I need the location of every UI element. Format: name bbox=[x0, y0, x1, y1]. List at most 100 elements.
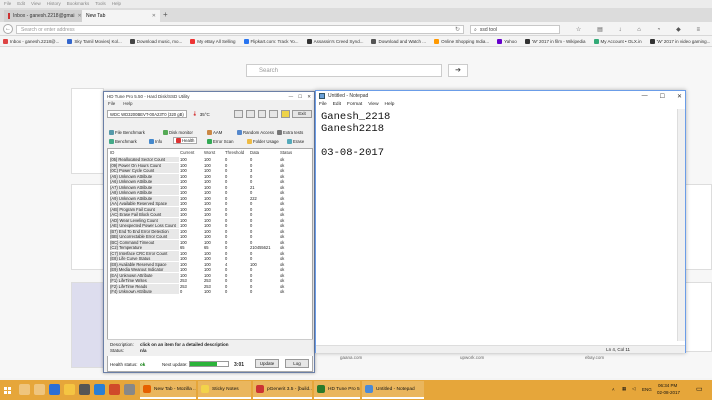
search-submit-button[interactable]: ➔ bbox=[448, 64, 468, 77]
edge-icon[interactable] bbox=[49, 384, 60, 395]
table-row[interactable]: (0C) Power Cycle Count 100 100 0 3 ok bbox=[108, 168, 312, 173]
save-icon[interactable] bbox=[245, 110, 255, 118]
menu-icon[interactable]: ≡ bbox=[697, 27, 701, 33]
new-tab-plus-icon[interactable]: + bbox=[163, 10, 168, 20]
table-row[interactable]: (E8) Life Curve Status 100 100 0 0 ok bbox=[108, 256, 312, 261]
menu-format[interactable]: Format bbox=[347, 102, 362, 108]
store-icon[interactable] bbox=[79, 384, 90, 395]
table-row[interactable]: (A8) Unknown Attribute 100 100 0 0 ok bbox=[108, 190, 312, 195]
minimize-icon[interactable]: — bbox=[289, 94, 294, 99]
table-row[interactable]: (A9) Unknown Attribute 100 100 0 222 ok bbox=[108, 195, 312, 201]
bookmark-item[interactable]: My eBay All Selling bbox=[190, 38, 236, 44]
taskbar-app-button[interactable]: New Tab - Mozilla ... bbox=[140, 381, 196, 399]
tab-benchmark[interactable]: Benchmark bbox=[109, 138, 137, 145]
options-icon[interactable] bbox=[257, 110, 267, 118]
menu-bookmarks[interactable]: Bookmarks bbox=[67, 1, 90, 7]
pocket-icon[interactable]: ◔ bbox=[657, 27, 661, 33]
menu-help[interactable]: Help bbox=[123, 101, 132, 106]
table-row[interactable]: (AE) Unexpected Power Loss Count 100 100 0 0… bbox=[108, 223, 312, 228]
tab-erase[interactable]: Erase bbox=[287, 138, 304, 145]
update-button[interactable]: Update bbox=[255, 359, 279, 368]
library-icon[interactable]: ▤ bbox=[597, 26, 603, 33]
copy-icon[interactable] bbox=[234, 110, 243, 118]
bookmark-item[interactable]: Assassin's Creed Synd... bbox=[306, 38, 363, 44]
table-row[interactable]: (E8) Available Reserved Space 100 100 4 100 o… bbox=[108, 261, 312, 267]
column-header[interactable]: Threshold bbox=[225, 150, 244, 155]
menu-help[interactable]: Help bbox=[385, 102, 395, 108]
clock-time[interactable]: 06:34 PM bbox=[658, 383, 677, 388]
bookmark-item[interactable]: My Account • OLX.in bbox=[593, 38, 642, 44]
tab-info[interactable]: Info bbox=[149, 138, 162, 145]
home-icon[interactable]: ⌂ bbox=[637, 27, 641, 33]
bookmark-item[interactable]: Flipkart.com: Track Yo... bbox=[243, 38, 299, 44]
tab-error-scan[interactable]: Error Scan bbox=[207, 138, 234, 145]
taskbar-app-button[interactable]: pGenerit 3.5 - [build... bbox=[253, 381, 312, 399]
tab-new-tab[interactable]: New Tab ✕ bbox=[82, 10, 160, 22]
bookmark-item[interactable]: Online Shopping India... bbox=[434, 38, 489, 44]
tab-extra-tests[interactable]: Extra tests bbox=[277, 129, 303, 136]
table-row[interactable]: (AC) Erase Fail Block Count 100 100 0 0 ok bbox=[108, 212, 312, 217]
close-icon[interactable]: ✕ bbox=[677, 93, 682, 100]
table-row[interactable]: (B7) End To End Error Detection 100 100 0 0 o… bbox=[108, 228, 312, 234]
table-row[interactable]: (EA) Unknown Attribute 100 100 0 0 ok bbox=[108, 272, 312, 278]
tab-aam[interactable]: AAM bbox=[207, 129, 222, 136]
clock-date[interactable]: 02-08-2017 bbox=[657, 390, 680, 395]
top-site-tile[interactable] bbox=[685, 184, 712, 270]
exit-button[interactable]: Exit bbox=[292, 110, 312, 118]
bookmark-item[interactable]: Sky Tamil Movies| Kol... bbox=[67, 38, 122, 44]
notepad-text-area[interactable]: Ganesh_2218 Ganesh2218 03-08-2017 bbox=[321, 111, 676, 339]
tab-random-access[interactable]: Random Access bbox=[237, 129, 274, 136]
search-input[interactable]: ⌕ ssd tool bbox=[470, 25, 560, 34]
bookmark-item[interactable]: Yahoo bbox=[497, 38, 517, 44]
star-icon[interactable]: ☆ bbox=[576, 26, 581, 33]
top-site-tile[interactable] bbox=[685, 282, 712, 352]
maximize-icon[interactable]: ☐ bbox=[298, 94, 302, 99]
menu-edit[interactable]: Edit bbox=[17, 1, 25, 7]
network-icon[interactable]: ▦ bbox=[622, 386, 626, 392]
taskbar-app-button[interactable]: HD Tune Pro 5.50 - ... bbox=[314, 381, 360, 399]
menu-view[interactable]: View bbox=[31, 1, 41, 7]
tab-health[interactable]: Health bbox=[173, 137, 198, 144]
menu-edit[interactable]: Edit bbox=[333, 102, 341, 108]
drive-select[interactable]: WDC WD3200BEVT-00A23T0 (320 gB) bbox=[107, 110, 187, 118]
table-row[interactable]: (F1) LifeTime Writes 253 253 0 0 ok bbox=[108, 278, 312, 283]
column-header[interactable]: Status bbox=[280, 150, 292, 155]
bookmark-item[interactable]: Inbox - ganesh.2218@... bbox=[3, 38, 59, 44]
menu-file[interactable]: File bbox=[319, 102, 327, 108]
table-row[interactable]: (A5) Unknown Attribute 100 100 0 0 ok bbox=[108, 173, 312, 179]
menu-view[interactable]: View bbox=[368, 102, 378, 108]
bookmark-item[interactable]: Download music, mo... bbox=[129, 38, 182, 44]
close-icon[interactable]: ✕ bbox=[152, 13, 156, 19]
column-header[interactable]: Current bbox=[180, 150, 194, 155]
bookmark-item[interactable]: 'W' 2017 in film - Wikipedia bbox=[524, 38, 586, 44]
top-site-tile[interactable] bbox=[71, 184, 104, 270]
table-row[interactable]: (A6) Unknown Attribute 100 100 0 0 ok bbox=[108, 179, 312, 184]
menu-tools[interactable]: Tools bbox=[95, 1, 106, 7]
vertical-scrollbar[interactable] bbox=[677, 109, 685, 341]
column-header[interactable]: ID bbox=[110, 150, 114, 155]
link-icon[interactable] bbox=[281, 110, 290, 118]
back-arrow-icon[interactable]: ← bbox=[3, 24, 13, 34]
mail-icon[interactable] bbox=[94, 384, 105, 395]
maximize-icon[interactable]: ☐ bbox=[660, 93, 665, 100]
menu-file[interactable]: File bbox=[108, 101, 115, 106]
table-row[interactable]: (09) Power On Hours Count 100 100 0 0 ok bbox=[108, 162, 312, 168]
tab-folder-usage[interactable]: Folder Usage bbox=[247, 138, 279, 145]
close-icon[interactable]: ✕ bbox=[307, 94, 311, 99]
table-row[interactable]: (E9) Media Wearout Indicator 100 100 0 0 ok bbox=[108, 267, 312, 272]
taskbar-app-button[interactable]: Sticky Notes bbox=[198, 381, 251, 399]
table-row[interactable]: (AD) Wear Leveling Count 100 100 0 0 ok bbox=[108, 217, 312, 223]
tab-disk-monitor[interactable]: Disk monitor bbox=[163, 129, 193, 136]
app-icon[interactable] bbox=[109, 384, 120, 395]
notification-icon[interactable]: ▭ bbox=[696, 385, 703, 393]
cortana-icon[interactable] bbox=[19, 384, 30, 395]
addon-icon[interactable]: ◆ bbox=[676, 26, 681, 33]
tab-file-benchmark[interactable]: File Benchmark bbox=[109, 129, 145, 136]
menu-history[interactable]: History bbox=[47, 1, 61, 7]
app-icon[interactable] bbox=[124, 384, 135, 395]
table-row[interactable]: (AA) Available Reserved Space 100 100 0 0 ok bbox=[108, 201, 312, 206]
minimize-icon[interactable]: — bbox=[642, 93, 648, 100]
table-row[interactable]: (C7) Interface CRC Error Count 100 100 0 0 ok bbox=[108, 250, 312, 256]
chevron-up-icon[interactable]: ˄ bbox=[612, 387, 615, 392]
table-row[interactable]: (A7) Unknown Attribute 100 100 0 21 ok bbox=[108, 184, 312, 190]
